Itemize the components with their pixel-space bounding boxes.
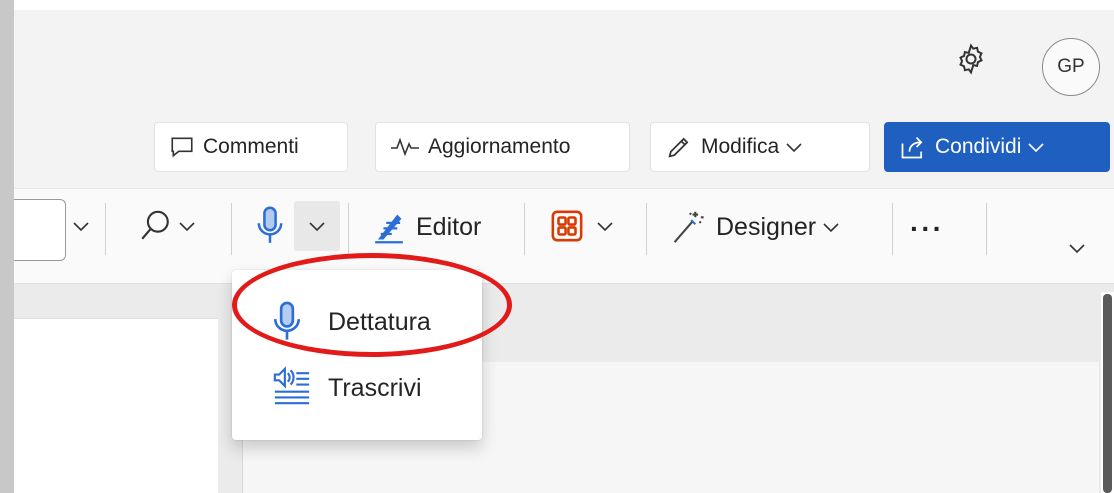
ribbon-divider: [892, 203, 893, 255]
share-icon: [899, 134, 927, 160]
catch-up-button[interactable]: Aggiornamento: [375, 122, 630, 172]
word-online-window: GP Commenti Aggiornamento Modifica Condi…: [14, 0, 1114, 493]
chevron-down-icon: [597, 222, 613, 232]
document-page[interactable]: [14, 318, 218, 493]
editor-pen-icon: [375, 214, 403, 244]
user-avatar[interactable]: GP: [1042, 38, 1100, 96]
menu-item-transcribe[interactable]: Trascrivi: [232, 356, 482, 420]
ribbon-toolbar: Editor Designer ···: [14, 188, 1114, 284]
share-label: Condividi: [935, 135, 1022, 158]
ribbon-divider: [231, 203, 232, 255]
find-button[interactable]: [138, 207, 196, 245]
chevron-down-icon: [1069, 244, 1085, 254]
activity-icon: [390, 136, 420, 158]
expand-ribbon-button[interactable]: [1068, 241, 1086, 255]
scrollbar-thumb[interactable]: [1103, 294, 1112, 493]
ribbon-divider: [105, 203, 106, 255]
comment-icon: [169, 134, 195, 160]
editing-mode-button[interactable]: Modifica: [650, 122, 870, 172]
designer-label: Designer: [716, 212, 817, 241]
ribbon-divider: [646, 203, 647, 255]
dictate-button[interactable]: [256, 205, 284, 247]
settings-button[interactable]: [944, 32, 998, 86]
font-size-combobox[interactable]: [14, 199, 66, 261]
chevron-down-icon: [823, 223, 839, 233]
chevron-down-icon: [1027, 140, 1045, 154]
vertical-scrollbar[interactable]: [1101, 292, 1114, 493]
dictate-dropdown-menu: Dettatura Trascrivi: [232, 270, 482, 440]
ribbon-divider: [348, 203, 349, 255]
update-label: Aggiornamento: [428, 135, 571, 158]
edit-label: Modifica: [701, 135, 780, 158]
dictate-label: Dettatura: [328, 307, 431, 336]
gear-icon: [959, 43, 983, 75]
ribbon-divider: [986, 203, 987, 255]
more-options-button[interactable]: ···: [910, 213, 944, 245]
chevron-down-icon: [309, 222, 325, 232]
ribbon-divider: [524, 203, 525, 255]
editor-label: Editor: [416, 212, 482, 241]
pencil-icon: [665, 133, 693, 161]
dictate-dropdown-button[interactable]: [294, 201, 340, 251]
microphone-icon: [257, 206, 283, 243]
comments-button[interactable]: Commenti: [154, 122, 348, 172]
add-ins-button[interactable]: [550, 209, 614, 243]
editor-button[interactable]: Editor: [372, 209, 481, 245]
comments-label: Commenti: [203, 135, 299, 158]
font-size-dropdown-button[interactable]: [72, 219, 90, 233]
transcribe-label: Trascrivi: [328, 373, 422, 402]
chevron-down-icon: [179, 222, 195, 232]
menu-item-dictate[interactable]: Dettatura: [232, 290, 482, 354]
document-canvas: [14, 284, 1114, 493]
header-bar: GP: [14, 10, 1114, 110]
transcribe-icon: [272, 366, 312, 411]
share-button[interactable]: Condividi: [884, 122, 1110, 172]
designer-wand-icon: [673, 211, 704, 243]
chevron-down-icon: [785, 140, 803, 154]
title-bar-strip: [14, 0, 1114, 10]
designer-button[interactable]: Designer: [670, 209, 840, 245]
search-icon: [141, 210, 169, 240]
more-options-icon: ···: [910, 213, 944, 244]
microphone-icon: [272, 300, 302, 349]
chevron-down-icon: [73, 222, 89, 232]
add-ins-icon: [551, 210, 583, 242]
